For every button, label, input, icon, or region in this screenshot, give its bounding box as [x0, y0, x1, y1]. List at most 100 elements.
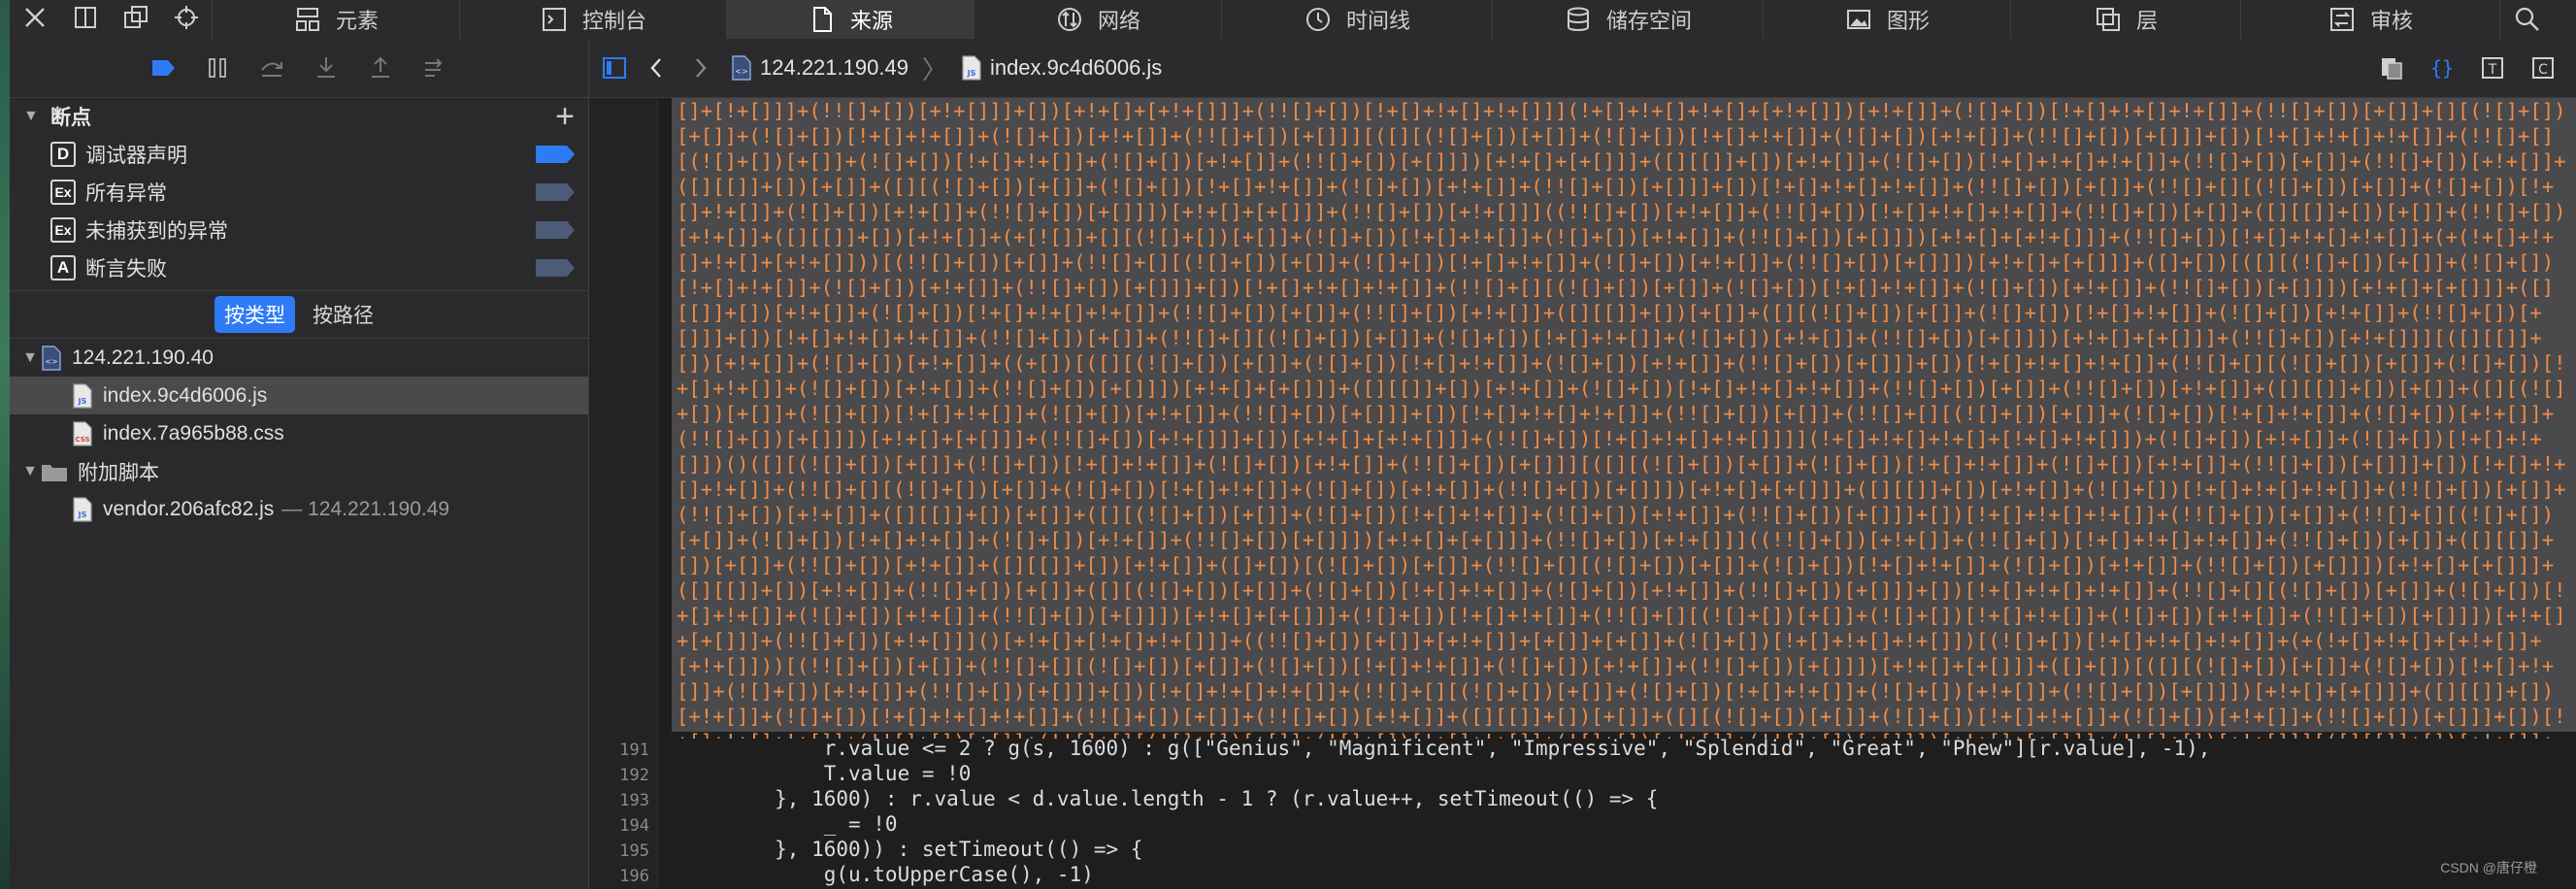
- exception-badge-icon: Ex: [50, 179, 76, 205]
- tab-storage[interactable]: 储存空间: [1493, 0, 1764, 39]
- file-origin: — 124.221.190.49: [281, 497, 450, 520]
- tab-label: 储存空间: [1605, 9, 1692, 33]
- step-out-icon[interactable]: [364, 51, 397, 84]
- line-number[interactable]: 195: [589, 841, 649, 861]
- tab-label: 来源: [849, 9, 893, 33]
- tree-folder[interactable]: ▼ 附加脚本: [10, 452, 588, 490]
- tab-network[interactable]: 网络: [974, 0, 1222, 39]
- breakpoint-label: 断言失败: [85, 257, 167, 280]
- tree-file[interactable]: JS vendor.206afc82.js — 124.221.190.49: [10, 490, 588, 528]
- debugger-badge-icon: D: [50, 141, 76, 167]
- tab-graphics[interactable]: 图形: [1764, 0, 2011, 39]
- step-into-icon[interactable]: [310, 51, 343, 84]
- disclosure-triangle-icon[interactable]: ▼: [19, 349, 41, 367]
- inspect-element-icon[interactable]: [172, 3, 201, 37]
- breadcrumb-file[interactable]: index.9c4d6006.js: [990, 55, 1162, 81]
- line-number[interactable]: 196: [589, 867, 649, 886]
- obfuscated-code-line[interactable]: []+[!+[]]]+(!![]+[])[+!+[]]]+[])[+!+[]+[…: [677, 98, 2574, 739]
- tab-audit[interactable]: 审核: [2241, 0, 2500, 39]
- pause-icon[interactable]: [201, 51, 234, 84]
- step-icon[interactable]: [418, 51, 451, 84]
- tab-timeline[interactable]: 时间线: [1222, 0, 1493, 39]
- desktop-background: [0, 0, 10, 889]
- code-line[interactable]: T.value = !0: [677, 762, 972, 785]
- type-profiler-icon[interactable]: T: [2471, 47, 2514, 89]
- code-line[interactable]: }, 1600) : r.value < d.value.length - 1 …: [677, 787, 1658, 810]
- group-by-path-button[interactable]: 按路径: [303, 296, 383, 333]
- document-origin-icon: <>: [732, 55, 751, 81]
- assertion-badge-icon: A: [50, 254, 76, 280]
- folder-label: 附加脚本: [78, 461, 159, 484]
- group-by-type-button[interactable]: 按类型: [215, 296, 295, 333]
- tab-sources[interactable]: 来源: [727, 0, 974, 39]
- tree-origin[interactable]: ▼ <> 124.221.190.40: [10, 339, 588, 377]
- web-inspector: 元素 控制台 来源 网络 时间线 储存空间 图形 层 审核 ▼ 断点 + D 调…: [10, 0, 2576, 889]
- tab-elements[interactable]: 元素: [213, 0, 460, 39]
- breakpoint-enabled-icon[interactable]: [536, 145, 575, 163]
- close-icon[interactable]: [20, 3, 50, 37]
- tab-label: 网络: [1097, 9, 1140, 33]
- breakpoint-disabled-icon[interactable]: [536, 220, 575, 239]
- tab-label: 控制台: [581, 9, 646, 33]
- code-line[interactable]: g(u.toUpperCase(), -1): [677, 863, 1094, 886]
- line-number[interactable]: 192: [589, 766, 649, 785]
- sources-navigator: ▼ 断点 + D 调试器声明 Ex 所有异常 Ex 未捕获到的异常 A 断言失败…: [10, 39, 589, 889]
- elements-icon: [295, 8, 319, 31]
- window-controls: [10, 0, 213, 39]
- file-label: vendor.206afc82.js: [103, 497, 275, 520]
- forward-icon[interactable]: [678, 47, 721, 89]
- breakpoint-label: 调试器声明: [85, 144, 187, 167]
- timeline-icon: [1305, 8, 1330, 31]
- code-coverage-icon[interactable]: C: [2522, 47, 2564, 89]
- breakpoint-debugger-statements[interactable]: D 调试器声明: [10, 135, 588, 173]
- breakpoint-disabled-icon[interactable]: [536, 258, 575, 277]
- breakpoint-uncaught-exceptions[interactable]: Ex 未捕获到的异常: [10, 211, 588, 248]
- copy-resource-icon[interactable]: [2370, 47, 2413, 89]
- document-origin-icon: <>: [42, 345, 61, 371]
- add-breakpoint-icon[interactable]: +: [555, 100, 575, 133]
- back-icon[interactable]: [636, 47, 678, 89]
- disclosure-triangle-icon[interactable]: ▼: [23, 108, 50, 125]
- tab-layers[interactable]: 层: [2011, 0, 2241, 39]
- disclosure-triangle-icon[interactable]: ▼: [19, 463, 41, 480]
- line-number[interactable]: 193: [589, 791, 649, 810]
- breakpoint-label: 所有异常: [85, 181, 167, 205]
- svg-text:JS: JS: [967, 69, 976, 78]
- breakpoint-all-exceptions[interactable]: Ex 所有异常: [10, 173, 588, 211]
- inspector-tab-bar: 元素 控制台 来源 网络 时间线 储存空间 图形 层 审核: [10, 0, 2576, 40]
- toggle-navigator-icon[interactable]: [593, 47, 636, 89]
- code-line[interactable]: r.value <= 2 ? g(s, 1600) : g(["Genius",…: [677, 737, 2211, 760]
- breakpoint-disabled-icon[interactable]: [536, 182, 575, 201]
- svg-text:{}: {}: [2430, 56, 2454, 80]
- tab-label: 元素: [335, 9, 379, 33]
- code-line[interactable]: _ = !0: [677, 812, 898, 836]
- code-line[interactable]: }, 1600)) : setTimeout(() => {: [677, 838, 1142, 861]
- step-over-icon[interactable]: [255, 51, 288, 84]
- tree-file[interactable]: JS index.9c4d6006.js: [10, 377, 588, 414]
- tab-label: 图形: [1886, 9, 1930, 33]
- svg-text:JS: JS: [78, 510, 87, 519]
- dock-side-icon[interactable]: [71, 3, 100, 37]
- breadcrumb: <> 124.221.190.49 〉 JS index.9c4d6006.js: [731, 50, 1162, 86]
- detach-window-icon[interactable]: [121, 3, 150, 37]
- breakpoints-section-header[interactable]: ▼ 断点 +: [10, 98, 588, 135]
- tab-console[interactable]: 控制台: [460, 0, 727, 39]
- section-title: 断点: [50, 107, 91, 129]
- line-number[interactable]: 191: [589, 741, 649, 760]
- tree-file[interactable]: CSS index.7a965b88.css: [10, 414, 588, 452]
- exception-badge-icon: Ex: [50, 216, 76, 243]
- console-icon: [542, 8, 566, 31]
- folder-icon: [42, 464, 67, 481]
- breadcrumb-origin[interactable]: 124.221.190.49: [760, 55, 908, 81]
- breakpoint-label: 未捕获到的异常: [85, 219, 228, 243]
- code-area[interactable]: []+[!+[]]]+(!![]+[])[+!+[]]]+[])[+!+[]+[…: [589, 98, 2576, 889]
- pretty-print-icon[interactable]: {}: [2421, 47, 2463, 89]
- line-number[interactable]: 194: [589, 816, 649, 836]
- breakpoints-toggle-icon[interactable]: [147, 51, 180, 84]
- search-button[interactable]: [2500, 0, 2555, 39]
- breakpoint-assertion-failures[interactable]: A 断言失败: [10, 248, 588, 286]
- editor-toolbar: <> 124.221.190.49 〉 JS index.9c4d6006.js…: [589, 39, 2576, 98]
- svg-text:C: C: [2538, 62, 2548, 78]
- svg-text:CSS: CSS: [75, 436, 89, 444]
- svg-text:T: T: [2488, 62, 2497, 78]
